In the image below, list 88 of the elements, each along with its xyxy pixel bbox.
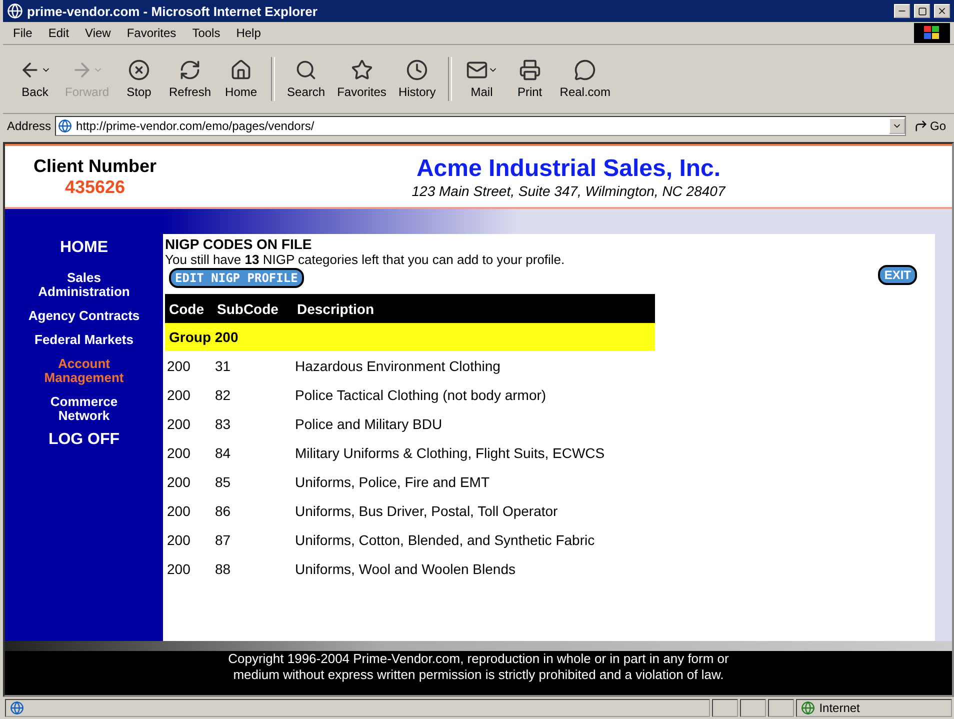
nav-link[interactable]: Account Management <box>24 357 144 385</box>
menu-item[interactable]: Tools <box>186 26 226 40</box>
copyright-text: medium without express written permission is strictly prohibited and a violation of law. <box>232 667 725 683</box>
minimize-button[interactable] <box>894 4 910 18</box>
table-cell-text: 200 <box>167 358 192 374</box>
menu-item[interactable]: Help <box>230 26 267 40</box>
group-label: Group 200 <box>169 329 238 345</box>
column-header: Description <box>297 300 376 316</box>
profile-note: You still have 13 NIGP categories left that you can add to your profile. <box>165 252 566 267</box>
stop-icon <box>128 59 150 81</box>
menu-item[interactable]: Favorites <box>120 26 182 40</box>
clock-icon <box>406 59 428 81</box>
close-icon <box>937 6 947 16</box>
refresh-icon <box>179 59 202 81</box>
column-header: Code <box>169 300 205 316</box>
toolbar-button[interactable]: Refresh <box>163 59 218 99</box>
toolbar-button[interactable]: Print <box>506 59 554 99</box>
table-cell-text: 200 <box>167 532 192 548</box>
status-pane <box>712 699 738 717</box>
table-cell-text: 200 <box>167 386 192 402</box>
table-cell-text: Military Uniforms & Clothing, Flight Suits, ECWCS <box>295 444 606 460</box>
copyright-text: Copyright 1996-2004 Prime-Vendor.com, reproduction in whole or in part in any form or <box>227 651 730 667</box>
nav-link[interactable]: Commerce Network <box>24 395 144 423</box>
go-arrow-icon <box>914 119 928 133</box>
table-cell-text: Uniforms, Wool and Woolen Blends <box>295 560 516 576</box>
menu-item[interactable]: File <box>7 26 38 40</box>
nav-link[interactable]: HOME <box>24 241 144 255</box>
address-field[interactable]: http://prime-vendor.com/emo/pages/vendors/ <box>55 116 906 136</box>
table-cell-text: 200 <box>167 416 192 432</box>
zone-label: Internet <box>819 701 860 715</box>
table-cell-text: Uniforms, Police, Fire and EMT <box>295 474 490 490</box>
globe-icon <box>801 701 816 715</box>
table-cell-text: Uniforms, Bus Driver, Postal, Toll Operator <box>295 502 559 518</box>
address-label: Address <box>7 119 52 133</box>
star-icon <box>350 59 373 81</box>
go-button[interactable]: Go <box>910 119 950 133</box>
toolbar-button[interactable]: Stop <box>115 59 164 99</box>
toolbar-button[interactable]: Home <box>217 59 266 99</box>
table-cell-text: Hazardous Environment Clothing <box>295 358 502 374</box>
table-cell-text: 86 <box>215 502 232 518</box>
table-cell-text: 84 <box>215 444 232 460</box>
windows-logo-icon <box>914 23 950 43</box>
dropdown-button[interactable] <box>888 118 905 134</box>
toolbar-button[interactable]: Mail <box>458 59 506 99</box>
menu-item[interactable]: Edit <box>42 26 76 40</box>
table-cell-text: Police Tactical Clothing (not body armor) <box>295 386 548 402</box>
browser-icon <box>7 3 23 19</box>
table-cell-text: 87 <box>215 532 232 548</box>
table-cell-text: 31 <box>215 358 232 374</box>
toolbar-button[interactable]: Search <box>281 59 332 99</box>
company-address: 123 Main Street, Suite 347, Wilmington, NC 28407 <box>412 182 726 198</box>
toolbar-button[interactable]: History <box>392 59 442 99</box>
close-button[interactable] <box>934 4 950 18</box>
table-cell-text: 200 <box>167 502 192 518</box>
company-name: Acme Industrial Sales, Inc. <box>416 154 721 182</box>
section-title: NIGP CODES ON FILE <box>165 236 313 252</box>
table-cell-text: Police and Military BDU <box>295 416 444 432</box>
table-cell-text: 200 <box>167 444 192 460</box>
table-cell-text: 82 <box>215 386 232 402</box>
maximize-button[interactable] <box>914 4 930 18</box>
toolbar-button[interactable]: Real.com <box>554 59 616 99</box>
home-icon <box>230 59 252 81</box>
maximize-icon <box>918 6 926 16</box>
nav-link[interactable]: Sales Administration <box>24 271 144 299</box>
printer-icon <box>518 59 541 81</box>
column-header: SubCode <box>217 300 280 316</box>
table-cell-text: 200 <box>167 474 192 490</box>
toolbar-button[interactable]: Favorites <box>331 59 392 99</box>
table-cell-text: 200 <box>167 560 192 576</box>
client-number: 435626 <box>64 176 126 198</box>
status-pane <box>740 699 766 717</box>
search-icon <box>295 59 318 81</box>
mail-icon <box>466 59 488 81</box>
page-icon <box>58 119 72 133</box>
speech-bubble-icon <box>574 59 596 81</box>
menu-item[interactable]: View <box>79 26 117 40</box>
toolbar-button[interactable]: Back <box>11 59 59 99</box>
table-cell-text: Uniforms, Cotton, Blended, and Synthetic Fabric <box>295 532 596 548</box>
status-pane <box>768 699 794 717</box>
page-icon <box>10 701 24 715</box>
window-title: prime-vendor.com - Microsoft Internet Explorer <box>27 4 318 18</box>
nav-link[interactable]: Federal Markets <box>24 333 144 347</box>
nav-link[interactable]: LOG OFF <box>24 433 144 447</box>
nav-link[interactable]: Agency Contracts <box>24 309 144 323</box>
client-number-label: Client Number <box>33 156 156 176</box>
table-cell-text: 88 <box>215 560 232 576</box>
table-cell-text: 85 <box>215 474 232 490</box>
table-cell-text: 83 <box>215 416 232 432</box>
